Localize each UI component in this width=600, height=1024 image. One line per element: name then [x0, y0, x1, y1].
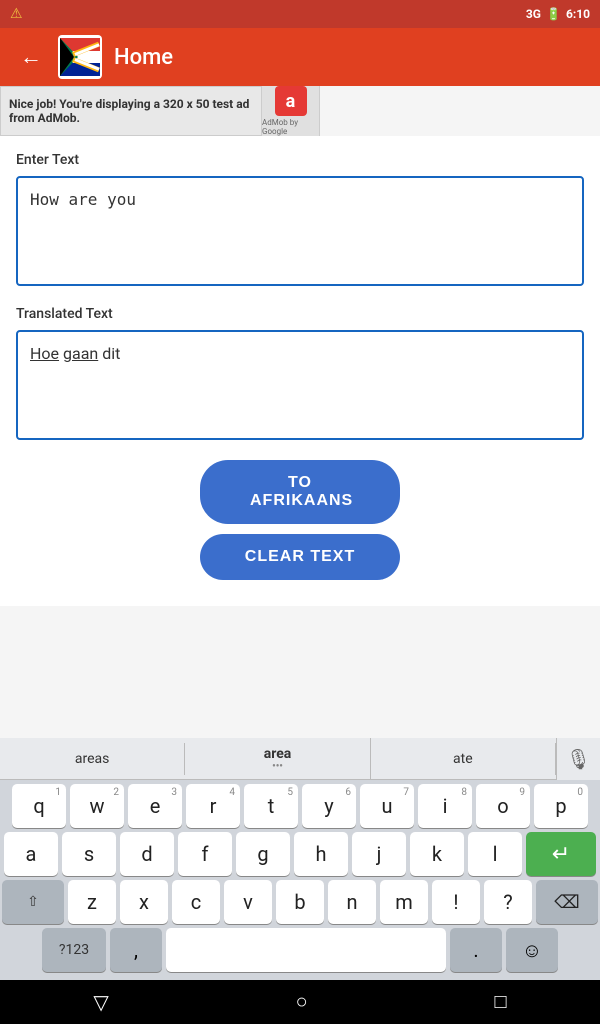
ad-nice-job-label: Nice job!	[9, 97, 56, 111]
key-i[interactable]: 8i	[418, 784, 472, 828]
keyboard: areas area ••• ate 🎙 1q 2w 3e 4r 5t 6y 7…	[0, 738, 600, 980]
admob-label: AdMob by Google	[262, 118, 319, 136]
ad-text-area: Nice job! You're displaying a 320 x 50 t…	[1, 93, 261, 129]
translated-output: Hoe gaan dit	[16, 330, 584, 440]
action-buttons: TO AFRIKAANS CLEAR TEXT	[16, 460, 584, 580]
space-key[interactable]	[166, 928, 446, 972]
ad-banner: Nice job! You're displaying a 320 x 50 t…	[0, 86, 320, 136]
warning-icon: ⚠	[10, 6, 23, 22]
app-title: Home	[114, 45, 173, 70]
key-h[interactable]: h	[294, 832, 348, 876]
key-g[interactable]: g	[236, 832, 290, 876]
key-v[interactable]: v	[224, 880, 272, 924]
key-z[interactable]: z	[68, 880, 116, 924]
key-e[interactable]: 3e	[128, 784, 182, 828]
admob-icon: a	[275, 86, 307, 116]
suggestion-area[interactable]: area •••	[185, 738, 370, 780]
status-icons: 3G 🔋 6:10	[526, 7, 590, 21]
key-k[interactable]: k	[410, 832, 464, 876]
key-row-1: 1q 2w 3e 4r 5t 6y 7u 8i 9o 0p	[2, 784, 598, 828]
app-bar: ← Home	[0, 28, 600, 86]
key-d[interactable]: d	[120, 832, 174, 876]
ad-logo: a AdMob by Google	[261, 86, 319, 136]
translated-word1: Hoe gaan dit	[30, 344, 120, 363]
keyboard-suggestions: areas area ••• ate 🎙	[0, 738, 600, 780]
key-l[interactable]: l	[468, 832, 522, 876]
key-s[interactable]: s	[62, 832, 116, 876]
key-f[interactable]: f	[178, 832, 232, 876]
mic-icon: 🎙	[566, 747, 591, 771]
key-n[interactable]: n	[328, 880, 376, 924]
main-content: Enter Text How are you Translated Text H…	[0, 136, 600, 606]
key-a[interactable]: a	[4, 832, 58, 876]
input-section-label: Enter Text	[16, 152, 584, 168]
app-logo	[58, 35, 102, 79]
key-o[interactable]: 9o	[476, 784, 530, 828]
shift-key[interactable]: ⇧	[2, 880, 64, 924]
key-row-2: a s d f g h j k l ↵	[2, 832, 598, 876]
key-exclaim[interactable]: !	[432, 880, 480, 924]
key-r[interactable]: 4r	[186, 784, 240, 828]
translated-section-label: Translated Text	[16, 306, 584, 322]
return-key[interactable]: ↵	[526, 832, 596, 876]
key-q[interactable]: 1q	[12, 784, 66, 828]
nav-recent-button[interactable]: □	[470, 983, 530, 1022]
status-bar: ⚠ 3G 🔋 6:10	[0, 0, 600, 28]
key-c[interactable]: c	[172, 880, 220, 924]
comma-key[interactable]: ,	[110, 928, 162, 972]
backspace-key[interactable]: ⌫	[536, 880, 598, 924]
key-row-3: ⇧ z x c v b n m ! ? ⌫	[2, 880, 598, 924]
text-input[interactable]: How are you	[16, 176, 584, 286]
key-t[interactable]: 5t	[244, 784, 298, 828]
key-w[interactable]: 2w	[70, 784, 124, 828]
key-m[interactable]: m	[380, 880, 428, 924]
key-u[interactable]: 7u	[360, 784, 414, 828]
back-button[interactable]: ←	[16, 40, 46, 74]
suggestion-ate[interactable]: ate	[371, 743, 556, 775]
key-x[interactable]: x	[120, 880, 168, 924]
num-sym-key[interactable]: ?123	[42, 928, 106, 972]
status-warning: ⚠	[10, 6, 23, 22]
to-afrikaans-button[interactable]: TO AFRIKAANS	[200, 460, 400, 524]
nav-bar: ▽ ○ □	[0, 980, 600, 1024]
key-j[interactable]: j	[352, 832, 406, 876]
mic-button[interactable]: 🎙	[556, 738, 600, 780]
signal-indicator: 3G	[526, 7, 541, 21]
clear-text-button[interactable]: CLEAR TEXT	[200, 534, 400, 580]
key-question[interactable]: ?	[484, 880, 532, 924]
battery-icon: 🔋	[546, 7, 561, 21]
period-key[interactable]: .	[450, 928, 502, 972]
key-b[interactable]: b	[276, 880, 324, 924]
nav-back-button[interactable]: ▽	[69, 982, 132, 1023]
time-display: 6:10	[566, 7, 590, 21]
key-p[interactable]: 0p	[534, 784, 588, 828]
suggestion-areas[interactable]: areas	[0, 743, 185, 775]
key-row-bottom: ?123 , . ☺	[2, 928, 598, 972]
emoji-key[interactable]: ☺	[506, 928, 558, 972]
ad-text: Nice job! You're displaying a 320 x 50 t…	[9, 97, 253, 125]
nav-home-button[interactable]: ○	[272, 983, 332, 1022]
key-y[interactable]: 6y	[302, 784, 356, 828]
keyboard-rows: 1q 2w 3e 4r 5t 6y 7u 8i 9o 0p a s d f g …	[0, 780, 600, 980]
flag-icon	[60, 38, 100, 76]
